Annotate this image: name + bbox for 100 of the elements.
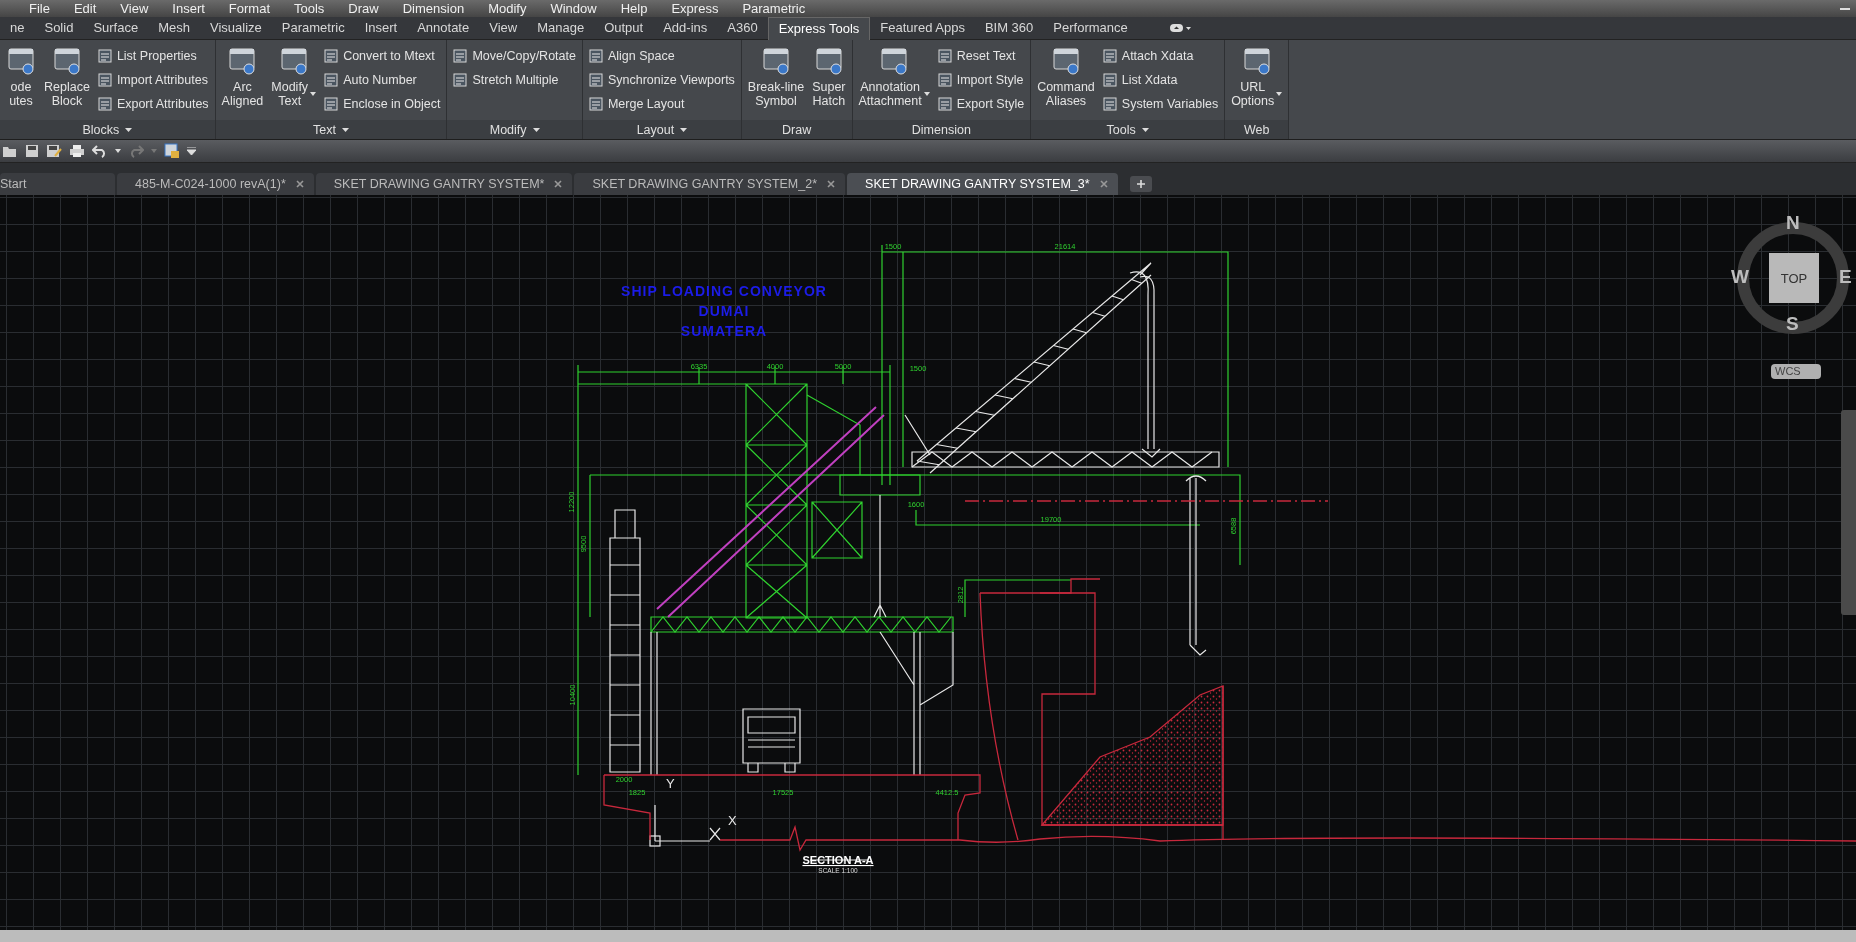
menu-item[interactable]: Express	[659, 1, 731, 16]
printer-icon[interactable]	[69, 144, 85, 158]
ribbon-toggle-icon[interactable]	[1169, 23, 1192, 33]
ribbon-button[interactable]: Super Hatch	[812, 44, 846, 108]
caret-icon[interactable]	[310, 92, 317, 96]
caret-icon[interactable]	[187, 147, 196, 155]
caret-icon[interactable]	[1276, 92, 1283, 96]
ribbon-button[interactable]: Auto Number	[324, 70, 441, 90]
layers-icon[interactable]	[164, 143, 180, 159]
tool-icon	[453, 73, 468, 87]
menu-item[interactable]: View	[108, 1, 161, 16]
ribbon-tab[interactable]: Featured Apps	[870, 17, 975, 39]
ribbon-button[interactable]: Export Style	[937, 94, 1025, 114]
menu-item[interactable]: Modify	[476, 1, 539, 16]
tool-icon	[324, 49, 339, 63]
ribbon-tab[interactable]: Surface	[83, 17, 149, 39]
ribbon-button[interactable]: Annotation Attachment	[858, 44, 930, 108]
minimize-icon[interactable]	[1840, 7, 1850, 11]
ribbon-button[interactable]: Move/Copy/Rotate	[453, 46, 576, 66]
ribbon-tab[interactable]: A360	[717, 17, 768, 39]
ribbon-button[interactable]: Enclose in Object	[324, 94, 441, 114]
ribbon-button[interactable]: Import Attributes	[97, 70, 209, 90]
file-tab[interactable]: SKET DRAWING GANTRY SYSTEM*	[315, 173, 573, 195]
ribbon-tab[interactable]: Express Tools	[767, 16, 871, 40]
coordinate-system-menu[interactable]: WCS	[1771, 364, 1821, 379]
menu-item[interactable]: File	[17, 1, 62, 16]
menu-item[interactable]: Parametric	[730, 1, 818, 16]
ribbon-button[interactable]: Stretch Multiple	[453, 70, 576, 90]
panel-title[interactable]: Draw	[741, 120, 852, 139]
menu-item[interactable]: Tools	[282, 1, 337, 16]
menu-item[interactable]: Edit	[61, 1, 109, 16]
file-tab[interactable]: 485-M-C024-1000 revA(1)*	[117, 173, 314, 195]
panel-title[interactable]: Modify	[447, 120, 582, 139]
ribbon-tab[interactable]: Annotate	[407, 17, 480, 39]
menu-item[interactable]: Insert	[160, 1, 217, 16]
close-icon[interactable]	[1099, 180, 1108, 188]
panel-title[interactable]: Dimension	[852, 120, 1031, 139]
ribbon-button[interactable]: List Xdata	[1102, 70, 1219, 90]
menu-item[interactable]: Window	[538, 1, 609, 16]
ribbon-tab[interactable]: Manage	[527, 17, 595, 39]
ribbon-tab[interactable]: Add-ins	[653, 17, 718, 39]
section-title: SECTION A-A	[802, 854, 874, 866]
ribbon-button[interactable]: System Variables	[1102, 94, 1219, 114]
ribbon-button[interactable]: Command Aliases	[1037, 44, 1095, 108]
compass-direction[interactable]: S	[1786, 314, 1799, 334]
panel-title[interactable]: Tools	[1031, 120, 1225, 139]
compass-direction[interactable]: W	[1731, 267, 1749, 287]
panel-title[interactable]: Web	[1225, 120, 1289, 139]
caret-icon[interactable]	[115, 149, 121, 153]
drawing-title: SHIP LOADING CONVEYOR	[621, 283, 827, 299]
ribbon-button[interactable]: Merge Layout	[588, 94, 735, 114]
close-icon[interactable]	[827, 180, 836, 188]
ribbon-button[interactable]: Break-line Symbol	[747, 44, 805, 108]
tool-icon	[324, 97, 339, 111]
ribbon-button[interactable]: Align Space	[588, 46, 735, 66]
menu-item[interactable]: Help	[608, 1, 660, 16]
ribbon-button[interactable]: Modify Text	[271, 44, 317, 108]
ribbon-tab[interactable]: ne	[0, 17, 35, 39]
ribbon-button[interactable]: Replace Block	[44, 44, 90, 108]
ribbon-tab[interactable]: Mesh	[148, 17, 200, 39]
compass-direction[interactable]: E	[1839, 267, 1852, 287]
close-icon[interactable]	[295, 180, 304, 188]
caret-icon[interactable]	[923, 92, 930, 96]
panel-title[interactable]: Layout	[582, 120, 741, 139]
undo-icon[interactable]	[92, 144, 108, 158]
ribbon-button[interactable]: Attach Xdata	[1102, 46, 1219, 66]
panel-title[interactable]: Blocks	[0, 120, 215, 139]
folder-icon[interactable]	[2, 144, 18, 158]
menu-item[interactable]: Format	[216, 1, 282, 16]
ribbon-tab[interactable]: Output	[594, 17, 654, 39]
ribbon-button[interactable]: Import Style	[937, 70, 1025, 90]
compass-direction[interactable]: N	[1786, 213, 1800, 233]
ribbon-tab[interactable]: Parametric	[271, 17, 355, 39]
ribbon-button[interactable]: Synchronize Viewports	[588, 70, 735, 90]
ribbon-button[interactable]: Export Attributes	[97, 94, 209, 114]
ribbon-button[interactable]: ode utes	[6, 44, 36, 108]
caret-icon	[532, 127, 540, 132]
ribbon-tab[interactable]: Performance	[1043, 17, 1138, 39]
ribbon-button[interactable]: Convert to Mtext	[324, 46, 441, 66]
file-tab[interactable]: Start	[0, 173, 115, 195]
panel-title[interactable]: Text	[215, 120, 447, 139]
ribbon-button[interactable]: URL Options	[1231, 44, 1283, 108]
file-tab[interactable]: SKET DRAWING GANTRY SYSTEM_3*	[847, 173, 1118, 195]
save-as-icon[interactable]	[46, 144, 62, 158]
ribbon-button[interactable]: Reset Text	[937, 46, 1025, 66]
close-icon[interactable]	[554, 180, 563, 188]
ribbon-tab[interactable]: View	[479, 17, 528, 39]
file-tab[interactable]: SKET DRAWING GANTRY SYSTEM_2*	[574, 173, 846, 195]
tool-icon	[324, 73, 339, 87]
ribbon-tab[interactable]: Visualize	[200, 17, 272, 39]
new-tab-icon[interactable]	[1129, 176, 1152, 192]
ribbon-tab[interactable]: Solid	[34, 17, 84, 39]
menu-item[interactable]: Draw	[336, 1, 391, 16]
save-icon[interactable]	[25, 144, 39, 158]
ribbon-tab[interactable]: Insert	[354, 17, 408, 39]
view-cube-face[interactable]: TOP	[1769, 253, 1819, 303]
ribbon-tab[interactable]: BIM 360	[974, 17, 1044, 39]
ribbon-button[interactable]: List Properties	[97, 46, 209, 66]
menu-item[interactable]: Dimension	[390, 1, 477, 16]
ribbon-button[interactable]: Arc Aligned	[221, 44, 264, 108]
